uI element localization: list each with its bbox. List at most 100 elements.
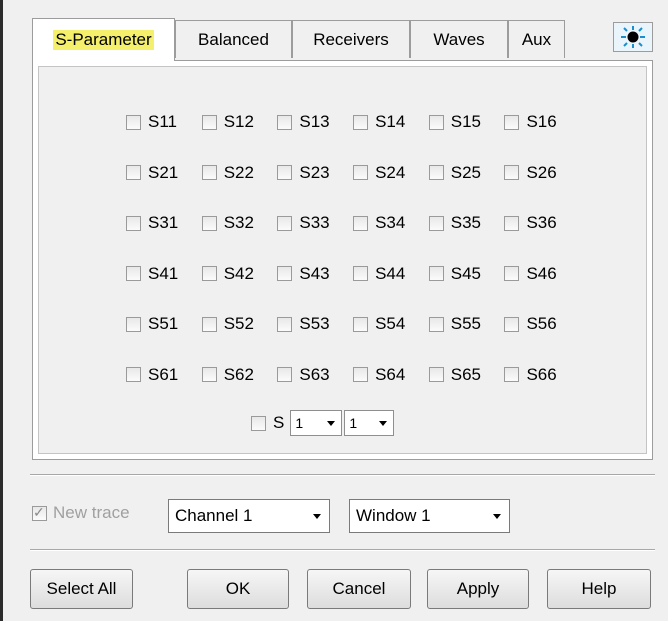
s-parameter-checkbox[interactable] bbox=[201, 367, 217, 383]
port1-select[interactable]: 1 bbox=[290, 410, 343, 436]
s-parameter-option[interactable]: S22 bbox=[201, 163, 278, 183]
s-parameter-checkbox[interactable] bbox=[353, 114, 369, 130]
s-parameter-checkbox[interactable] bbox=[504, 367, 520, 383]
s-parameter-checkbox[interactable] bbox=[126, 114, 141, 130]
tab-aux[interactable]: Aux bbox=[508, 20, 565, 58]
s-parameter-checkbox[interactable] bbox=[201, 114, 217, 130]
s-parameter-option[interactable]: S23 bbox=[277, 163, 353, 183]
s-parameter-option[interactable]: S44 bbox=[353, 264, 429, 284]
channel-select[interactable]: Channel 1 bbox=[168, 499, 330, 533]
select-all-label: Select All bbox=[46, 579, 117, 598]
s-parameter-checkbox[interactable] bbox=[428, 316, 444, 332]
s-parameter-checkbox[interactable] bbox=[126, 367, 141, 383]
s-parameter-label: S26 bbox=[526, 162, 557, 182]
s-parameter-row: S61 S62 S63 S64 S65 S66 bbox=[126, 350, 580, 401]
tab-balanced[interactable]: Balanced bbox=[175, 20, 292, 58]
s-parameter-option[interactable]: S36 bbox=[504, 213, 580, 233]
s-parameter-checkbox[interactable] bbox=[201, 316, 217, 332]
channel-value: Channel 1 bbox=[175, 506, 253, 525]
s-parameter-option[interactable]: S24 bbox=[353, 163, 429, 183]
s-parameter-option[interactable]: S54 bbox=[353, 314, 429, 334]
s-parameter-checkbox[interactable] bbox=[277, 165, 293, 181]
s-parameter-option[interactable]: S52 bbox=[201, 314, 278, 334]
s-parameter-checkbox[interactable] bbox=[428, 114, 444, 130]
s-parameter-option[interactable]: S11 bbox=[126, 112, 202, 132]
help-button[interactable]: Help bbox=[547, 569, 651, 609]
s-parameter-option[interactable]: S33 bbox=[277, 213, 353, 233]
s-parameter-checkbox[interactable] bbox=[201, 215, 217, 231]
s-parameter-option[interactable]: S66 bbox=[504, 365, 580, 385]
s-parameter-label: S45 bbox=[450, 263, 481, 283]
s-parameter-checkbox[interactable] bbox=[353, 266, 369, 282]
s-parameter-option[interactable]: S34 bbox=[353, 213, 429, 233]
custom-s-row: S 1 1 bbox=[251, 410, 395, 436]
s-parameter-checkbox[interactable] bbox=[504, 114, 520, 130]
s-parameter-checkbox[interactable] bbox=[277, 316, 293, 332]
port2-select[interactable]: 1 bbox=[344, 410, 395, 436]
s-parameter-checkbox[interactable] bbox=[504, 316, 520, 332]
s-parameter-checkbox[interactable] bbox=[428, 266, 444, 282]
apply-button[interactable]: Apply bbox=[427, 569, 529, 609]
s-parameter-option[interactable]: S16 bbox=[504, 112, 580, 132]
select-all-button[interactable]: Select All bbox=[30, 569, 133, 609]
s-parameter-checkbox[interactable] bbox=[504, 165, 520, 181]
s-parameter-option[interactable]: S32 bbox=[201, 213, 278, 233]
s-parameter-option[interactable]: S65 bbox=[428, 365, 505, 385]
s-parameter-grid: S11 S12 S13 S14 S15 S16 S21 S22 S23 S24 S25 S26 S31 S… bbox=[126, 97, 580, 400]
s-parameter-option[interactable]: S14 bbox=[353, 112, 429, 132]
s-parameter-option[interactable]: S62 bbox=[201, 365, 278, 385]
s-parameter-option[interactable]: S53 bbox=[277, 314, 353, 334]
s-parameter-option[interactable]: S64 bbox=[353, 365, 429, 385]
s-parameter-checkbox[interactable] bbox=[353, 165, 369, 181]
s-parameter-checkbox[interactable] bbox=[428, 215, 444, 231]
s-parameter-option[interactable]: S51 bbox=[126, 314, 202, 334]
s-parameter-row: S21 S22 S23 S24 S25 S26 bbox=[126, 148, 580, 199]
s-parameter-option[interactable]: S63 bbox=[277, 365, 353, 385]
s-parameter-checkbox[interactable] bbox=[277, 367, 293, 383]
new-trace-option[interactable]: New trace bbox=[32, 503, 130, 523]
window-value: Window 1 bbox=[356, 506, 431, 525]
s-parameter-option[interactable]: S13 bbox=[277, 112, 353, 132]
window-select[interactable]: Window 1 bbox=[349, 499, 510, 533]
s-parameter-checkbox[interactable] bbox=[353, 316, 369, 332]
s-parameter-checkbox[interactable] bbox=[201, 266, 217, 282]
s-parameter-option[interactable]: S25 bbox=[428, 163, 505, 183]
tab-receivers[interactable]: Receivers bbox=[292, 20, 410, 58]
tab-s-parameter[interactable]: S-Parameter bbox=[32, 18, 175, 61]
custom-s-checkbox[interactable] bbox=[251, 415, 266, 431]
s-parameter-checkbox[interactable] bbox=[126, 215, 141, 231]
s-parameter-option[interactable]: S21 bbox=[126, 163, 202, 183]
s-parameter-checkbox[interactable] bbox=[428, 367, 444, 383]
s-parameter-checkbox[interactable] bbox=[428, 165, 444, 181]
tab-waves[interactable]: Waves bbox=[410, 20, 508, 58]
s-parameter-option[interactable]: S55 bbox=[428, 314, 505, 334]
s-parameter-option[interactable]: S12 bbox=[201, 112, 278, 132]
s-parameter-checkbox[interactable] bbox=[353, 215, 369, 231]
cancel-button[interactable]: Cancel bbox=[307, 569, 411, 609]
s-parameter-checkbox[interactable] bbox=[126, 165, 141, 181]
s-parameter-option[interactable]: S61 bbox=[126, 365, 202, 385]
s-parameter-option[interactable]: S42 bbox=[201, 264, 278, 284]
s-parameter-option[interactable]: S15 bbox=[428, 112, 505, 132]
s-parameter-option[interactable]: S45 bbox=[428, 263, 505, 284]
s-parameter-checkbox[interactable] bbox=[201, 165, 217, 181]
ok-button[interactable]: OK bbox=[187, 569, 289, 609]
s-parameter-checkbox[interactable] bbox=[126, 316, 141, 332]
s-parameter-checkbox[interactable] bbox=[277, 266, 293, 282]
s-parameter-option[interactable]: S41 bbox=[126, 264, 202, 284]
s-parameter-label: S32 bbox=[223, 213, 254, 233]
new-trace-checkbox[interactable] bbox=[32, 504, 47, 521]
s-parameter-checkbox[interactable] bbox=[504, 215, 520, 231]
s-parameter-checkbox[interactable] bbox=[277, 114, 293, 130]
s-parameter-checkbox[interactable] bbox=[277, 215, 293, 231]
s-parameter-option[interactable]: S31 bbox=[126, 213, 202, 233]
s-parameter-checkbox[interactable] bbox=[504, 266, 520, 282]
s-parameter-option[interactable]: S46 bbox=[504, 264, 580, 284]
s-parameter-option[interactable]: S43 bbox=[277, 264, 353, 284]
s-parameter-checkbox[interactable] bbox=[126, 266, 141, 282]
light-burst-button[interactable] bbox=[613, 22, 653, 52]
s-parameter-option[interactable]: S56 bbox=[504, 314, 580, 334]
s-parameter-checkbox[interactable] bbox=[353, 367, 369, 383]
s-parameter-option[interactable]: S35 bbox=[428, 213, 505, 233]
s-parameter-option[interactable]: S26 bbox=[504, 163, 580, 183]
